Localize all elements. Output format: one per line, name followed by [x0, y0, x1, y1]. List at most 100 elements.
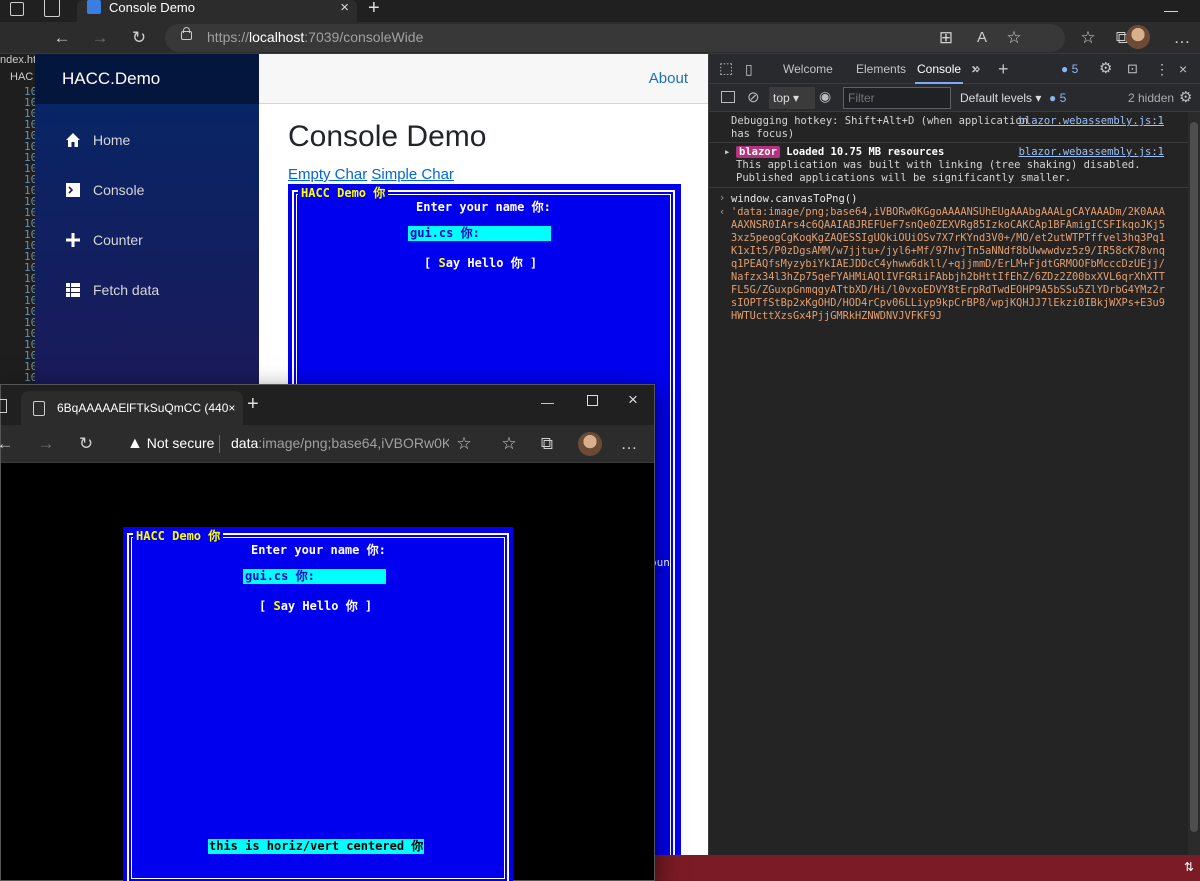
- sub-url-text[interactable]: data:image/png;base64,iVBORw0KGg...: [231, 435, 449, 451]
- about-link[interactable]: About: [649, 70, 688, 87]
- sub-more-menu-icon[interactable]: …: [615, 430, 643, 458]
- issues-count[interactable]: ● 5: [1049, 91, 1066, 105]
- tab-welcome[interactable]: Welcome: [783, 54, 833, 84]
- nav-label: Home: [93, 132, 131, 148]
- sub-profile-avatar[interactable]: [578, 432, 602, 456]
- close-tab-icon[interactable]: ×: [340, 0, 349, 16]
- message-text: Loaded 10.75 MB resources: [786, 146, 945, 158]
- source-link[interactable]: blazor.webassembly.js:1: [1019, 115, 1164, 128]
- sidebar-toggle-icon[interactable]: [721, 91, 735, 103]
- main-toolbar: ← → ↻ https://localhost:7039/consoleWide…: [0, 22, 1200, 54]
- sub-forward-arrow-icon[interactable]: →: [32, 430, 60, 458]
- console-settings-icon[interactable]: ⚙: [1179, 88, 1192, 106]
- more-options-icon[interactable]: ⋮: [1155, 54, 1169, 84]
- log-levels-select[interactable]: Default levels ▾: [960, 91, 1041, 105]
- png-name-input: gui.cs 你:: [243, 569, 386, 584]
- scrollbar-thumb[interactable]: [1190, 122, 1198, 832]
- sub-maximize-icon[interactable]: [587, 395, 598, 406]
- address-bar[interactable]: https://localhost:7039/consoleWide ⊞ A ☆: [165, 24, 1065, 52]
- input-chevron-icon: ›: [719, 192, 726, 204]
- close-devtools-icon[interactable]: ×: [1179, 54, 1187, 84]
- minimize-icon[interactable]: —: [1164, 2, 1178, 18]
- tab-console[interactable]: Console: [915, 54, 964, 84]
- live-expression-eye-icon[interactable]: ◉: [819, 88, 831, 105]
- sidebar-item-home[interactable]: Home: [35, 115, 259, 165]
- main-tab-strip: Console Demo × + —: [0, 0, 1200, 22]
- say-hello-button[interactable]: [ Say Hello 你 ]: [424, 254, 537, 271]
- sub-favorites-icon[interactable]: ☆: [495, 430, 523, 458]
- line-numbers: 10 10 10 10 10 10 10 10 10 10 10 10 10 10 10 10 10 10 10 10…: [0, 86, 35, 427]
- nav-label: Console: [93, 182, 145, 198]
- favorites-icon[interactable]: ☆: [1074, 24, 1102, 52]
- png-say-hello-button: [ Say Hello 你 ]: [259, 599, 373, 613]
- sub-tab-png[interactable]: 6BqAAAAAElFTkSuQmCC (440×: [21, 391, 243, 425]
- main-tab-console-demo[interactable]: Console Demo ×: [77, 0, 357, 22]
- sync-icon[interactable]: ⇅: [1184, 860, 1194, 874]
- brand-title[interactable]: HACC.Demo: [35, 54, 259, 104]
- sub-tab-title: 6BqAAAAAElFTkSuQmCC (440×: [57, 401, 236, 415]
- filter-input[interactable]: [843, 87, 951, 109]
- clear-console-icon[interactable]: ⊘: [747, 88, 760, 106]
- forward-arrow-icon[interactable]: →: [86, 24, 114, 52]
- divider: [219, 435, 220, 453]
- expand-arrow-icon[interactable]: ▸: [724, 146, 730, 159]
- tab-actions-icon[interactable]: [44, 0, 60, 17]
- read-aloud-icon[interactable]: A: [968, 24, 996, 52]
- context-select[interactable]: top ▾: [769, 87, 815, 109]
- new-tab-icon[interactable]: +: [368, 0, 380, 20]
- app-available-icon[interactable]: ⊞: [932, 24, 960, 52]
- console-scrollbar[interactable]: [1188, 112, 1200, 855]
- top-row: About: [259, 54, 708, 104]
- sub-favorite-star-icon[interactable]: ☆: [450, 430, 478, 458]
- nav-label: Counter: [93, 232, 143, 248]
- feedback-icon[interactable]: ⊡: [1127, 54, 1138, 84]
- console-result[interactable]: 'data:image/png;base64,iVBORw0KGgoAAAANS…: [731, 206, 1165, 855]
- result-chevron-icon: ‹: [719, 206, 726, 218]
- status-bar: ⇅: [654, 855, 1200, 881]
- refresh-icon[interactable]: ↻: [125, 24, 153, 52]
- sidebar-item-console[interactable]: Console: [35, 165, 259, 215]
- url-text: https://localhost:7039/consoleWide: [207, 29, 424, 45]
- sub-back-arrow-icon[interactable]: ←: [0, 430, 19, 458]
- tab-title: Console Demo: [109, 0, 195, 15]
- editor-file-tab: ndex.ht: [0, 54, 35, 66]
- source-link[interactable]: blazor.webassembly.js:1: [1019, 146, 1164, 159]
- profile-avatar[interactable]: [1126, 25, 1150, 49]
- terminal-title: HACC Demo 你: [298, 184, 389, 201]
- png-terminal-frame: [127, 533, 509, 881]
- favorites-star-icon[interactable]: ☆: [1000, 24, 1028, 52]
- name-input[interactable]: gui.cs 你:: [408, 226, 551, 241]
- more-tabs-icon[interactable]: »: [972, 54, 980, 84]
- sub-refresh-icon[interactable]: ↻: [72, 430, 100, 458]
- security-indicator[interactable]: ▲ Not secure: [127, 435, 214, 453]
- more-menu-icon[interactable]: …: [1168, 24, 1196, 52]
- not-secure-label: Not secure: [146, 435, 215, 451]
- sub-workspaces-icon[interactable]: [0, 399, 7, 413]
- rendered-png-canvas[interactable]: HACC Demo 你 Enter your name 你: gui.cs 你:…: [123, 527, 513, 881]
- empty-char-link[interactable]: Empty Char: [288, 166, 367, 183]
- settings-gear-icon[interactable]: ⚙: [1099, 54, 1112, 84]
- devtools-panel: ⬚ ▯ Welcome Elements Console × » + ● 5 ⚙…: [708, 54, 1200, 855]
- tab-elements[interactable]: Elements: [856, 54, 906, 84]
- blazor-tag: blazor: [736, 146, 780, 158]
- back-arrow-icon[interactable]: ←: [48, 24, 76, 52]
- sub-minimize-icon[interactable]: —: [541, 395, 554, 410]
- device-emulation-icon[interactable]: ▯: [745, 54, 753, 84]
- sub-toolbar: ← → ↻ ▲ Not secure data:image/png;base64…: [0, 425, 654, 463]
- sidebar-item-counter[interactable]: Counter: [35, 215, 259, 265]
- issues-badge[interactable]: ● 5: [1061, 54, 1078, 84]
- home-icon: [66, 133, 80, 147]
- console-messages: Debugging hotkey: Shift+Alt+D (when appl…: [709, 112, 1200, 855]
- inspect-icon[interactable]: ⬚: [719, 54, 733, 84]
- add-tab-icon[interactable]: +: [998, 54, 1009, 84]
- sidebar-item-fetch-data[interactable]: Fetch data: [35, 265, 259, 315]
- page-favicon-icon: [87, 0, 101, 14]
- sub-close-icon[interactable]: ×: [628, 390, 638, 410]
- png-name-prompt: Enter your name 你:: [251, 543, 386, 557]
- terminal-icon: [66, 183, 80, 197]
- simple-char-link[interactable]: Simple Char: [371, 166, 454, 183]
- workspaces-icon[interactable]: [10, 2, 24, 16]
- console-command: window.canvasToPng(): [731, 193, 858, 205]
- sub-new-tab-icon[interactable]: +: [247, 393, 259, 416]
- sub-collections-icon[interactable]: ⧉: [533, 430, 561, 458]
